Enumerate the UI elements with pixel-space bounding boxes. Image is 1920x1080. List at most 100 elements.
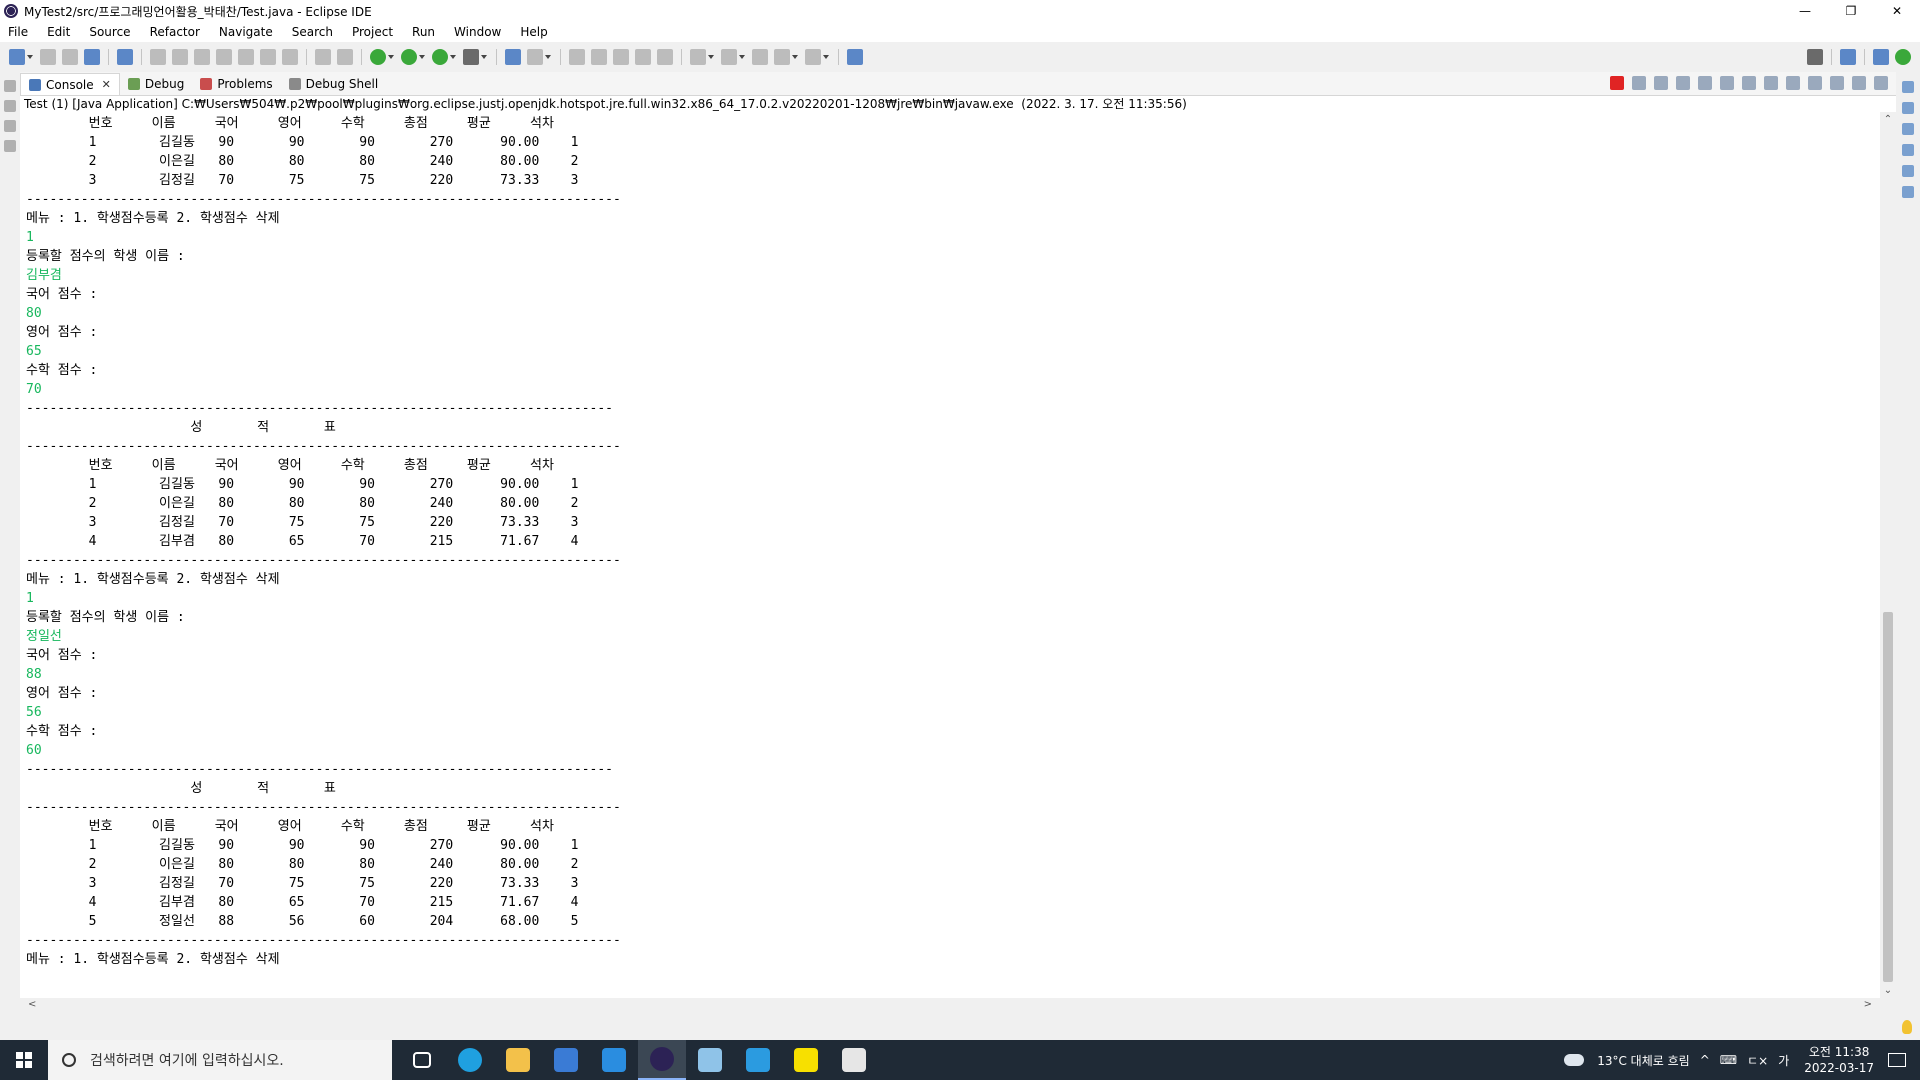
scroll-left-icon[interactable]: <: [28, 999, 36, 1010]
search-tool-icon[interactable]: [527, 49, 543, 65]
scroll-up-icon[interactable]: ⌃: [1883, 114, 1893, 125]
terminate-icon[interactable]: [1610, 76, 1624, 90]
tab-problems[interactable]: Problems: [192, 73, 280, 95]
use-step-filters-icon[interactable]: [337, 49, 353, 65]
dropdown-arrow-icon[interactable]: [419, 55, 425, 59]
restore-icon[interactable]: [1902, 165, 1914, 177]
servers-icon[interactable]: [4, 140, 16, 152]
minimize-button[interactable]: —: [1782, 0, 1828, 22]
taskbar-app-paint[interactable]: [830, 1040, 878, 1080]
menu-search[interactable]: Search: [292, 25, 333, 39]
taskbar-app-notepad[interactable]: [686, 1040, 734, 1080]
coverage-icon[interactable]: [432, 49, 448, 65]
resume-icon[interactable]: [150, 49, 166, 65]
scroll-right-icon[interactable]: >: [1864, 999, 1872, 1010]
taskbar-app-edge[interactable]: [446, 1040, 494, 1080]
horizontal-scrollbar[interactable]: < >: [20, 998, 1880, 1014]
scroll-down-icon[interactable]: ⌄: [1883, 985, 1893, 996]
menu-source[interactable]: Source: [89, 25, 130, 39]
back-icon[interactable]: [774, 49, 790, 65]
restore-icon[interactable]: [4, 80, 16, 92]
scroll-lock-icon[interactable]: [1698, 76, 1712, 90]
menu-edit[interactable]: Edit: [47, 25, 70, 39]
taskbar-app-file-explorer[interactable]: [494, 1040, 542, 1080]
dropdown-arrow-icon[interactable]: [792, 55, 798, 59]
show-on-stderr-icon[interactable]: [1764, 76, 1778, 90]
dropdown-arrow-icon[interactable]: [27, 55, 33, 59]
debug-perspective-icon[interactable]: [1895, 49, 1911, 65]
menu-refactor[interactable]: Refactor: [150, 25, 200, 39]
skip-breakpoints-icon[interactable]: [117, 49, 133, 65]
close-button[interactable]: ✕: [1874, 0, 1920, 22]
tab-console[interactable]: Console ✕: [20, 73, 120, 95]
taskbar-app-task-view[interactable]: [398, 1040, 446, 1080]
toggle-mark-occurrences-icon[interactable]: [569, 49, 585, 65]
dropdown-arrow-icon[interactable]: [481, 55, 487, 59]
step-over-icon[interactable]: [260, 49, 276, 65]
volume-icon[interactable]: ㄷ×: [1747, 1052, 1768, 1069]
dropdown-arrow-icon[interactable]: [545, 55, 551, 59]
taskbar-app-eclipse[interactable]: [638, 1040, 686, 1080]
open-perspective-icon[interactable]: [1840, 49, 1856, 65]
java-perspective-icon[interactable]: [1873, 49, 1889, 65]
forward-icon[interactable]: [805, 49, 821, 65]
vertical-scrollbar[interactable]: ⌃ ⌄: [1880, 112, 1896, 998]
external-tools-icon[interactable]: [463, 49, 479, 65]
menu-help[interactable]: Help: [520, 25, 547, 39]
menu-project[interactable]: Project: [352, 25, 393, 39]
console-output[interactable]: 번호 이름 국어 영어 수학 총점 평균 석차 1 김길동 90 90 90 2…: [20, 112, 1880, 998]
remove-launch-icon[interactable]: [1632, 76, 1646, 90]
search-icon[interactable]: [1807, 49, 1823, 65]
maximize-view-icon[interactable]: [1874, 76, 1888, 90]
show-whitespace-icon[interactable]: [635, 49, 651, 65]
show-on-stdout-icon[interactable]: [1742, 76, 1756, 90]
step-into-icon[interactable]: [238, 49, 254, 65]
restore-icon[interactable]: [4, 120, 16, 132]
drop-to-frame-icon[interactable]: [315, 49, 331, 65]
notification-icon[interactable]: [1888, 1053, 1906, 1067]
taskbar-app-store[interactable]: [542, 1040, 590, 1080]
taskbar-app-kakaotalk[interactable]: [782, 1040, 830, 1080]
dropdown-arrow-icon[interactable]: [708, 55, 714, 59]
close-icon[interactable]: ✕: [102, 78, 111, 91]
maximize-button[interactable]: ❐: [1828, 0, 1874, 22]
pin-console-icon[interactable]: [1786, 76, 1800, 90]
next-annotation-icon[interactable]: [690, 49, 706, 65]
menu-run[interactable]: Run: [412, 25, 435, 39]
start-button[interactable]: [0, 1040, 48, 1080]
save-icon[interactable]: [40, 49, 56, 65]
weather-text[interactable]: 13°C 대체로 흐림: [1597, 1052, 1689, 1069]
network-icon[interactable]: ⌨: [1720, 1053, 1737, 1067]
taskbar-search-box[interactable]: 검색하려면 여기에 입력하십시오.: [48, 1040, 392, 1080]
restore-icon[interactable]: [1902, 81, 1914, 93]
tab-debug-shell[interactable]: Debug Shell: [281, 73, 387, 95]
open-type-icon[interactable]: [505, 49, 521, 65]
package-explorer-icon[interactable]: [4, 100, 16, 112]
suspend-icon[interactable]: [172, 49, 188, 65]
cloud-icon[interactable]: [1564, 1054, 1585, 1066]
pilcrow-icon[interactable]: [657, 49, 673, 65]
toggle-block-selection-icon[interactable]: [613, 49, 629, 65]
taskbar-clock[interactable]: 오전 11:38 2022-03-17: [1804, 1044, 1874, 1076]
dropdown-arrow-icon[interactable]: [823, 55, 829, 59]
dropdown-arrow-icon[interactable]: [739, 55, 745, 59]
menu-navigate[interactable]: Navigate: [219, 25, 273, 39]
debug-icon[interactable]: [370, 49, 386, 65]
word-wrap-icon[interactable]: [1720, 76, 1734, 90]
taskbar-app-app-blue[interactable]: [734, 1040, 782, 1080]
open-terminal-icon[interactable]: [84, 49, 100, 65]
taskbar-app-mail[interactable]: [590, 1040, 638, 1080]
ime-indicator[interactable]: 가: [1778, 1052, 1789, 1069]
variables-icon[interactable]: [1902, 102, 1914, 114]
step-return-icon[interactable]: [282, 49, 298, 65]
minimize-view-icon[interactable]: [1852, 76, 1866, 90]
open-console-icon[interactable]: [1830, 76, 1844, 90]
toggle-word-wrap-icon[interactable]: [591, 49, 607, 65]
disconnect-icon[interactable]: [216, 49, 232, 65]
pin-editor-icon[interactable]: [847, 49, 863, 65]
tip-lightbulb-icon[interactable]: [1902, 1020, 1912, 1034]
previous-annotation-icon[interactable]: [721, 49, 737, 65]
save-all-icon[interactable]: [62, 49, 78, 65]
tab-debug[interactable]: Debug: [120, 73, 192, 95]
clear-console-icon[interactable]: [1676, 76, 1690, 90]
